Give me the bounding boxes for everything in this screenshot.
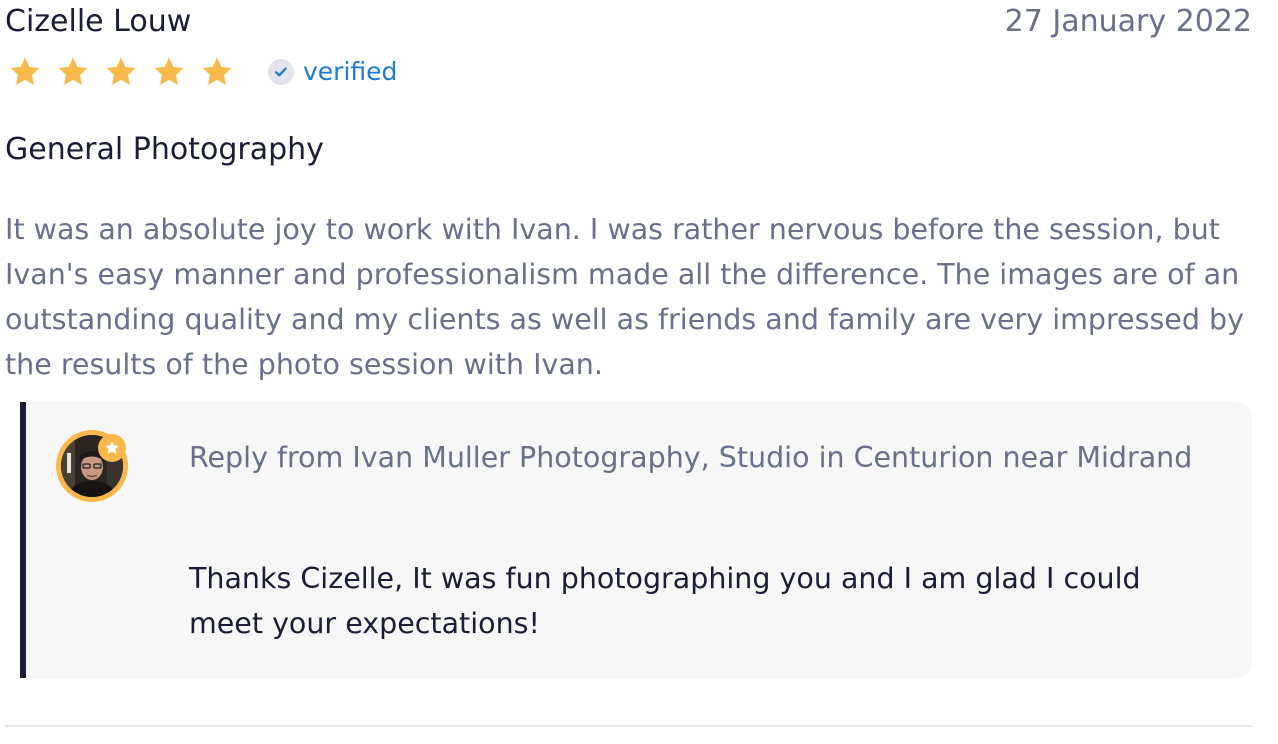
- verified-label: verified: [303, 57, 398, 86]
- review-title: General Photography: [5, 132, 324, 167]
- star-icon: [56, 55, 90, 89]
- reply-from: Reply from Ivan Muller Photography, Stud…: [189, 441, 1193, 474]
- check-icon: [268, 59, 294, 85]
- star-icon: [152, 55, 186, 89]
- star-icon: [200, 55, 234, 89]
- star-rating: [8, 55, 248, 89]
- verified-badge: verified: [268, 57, 397, 87]
- reviewer-name: Cizelle Louw: [5, 4, 192, 39]
- rating-row: verified: [8, 52, 397, 92]
- photographer-avatar: [56, 430, 128, 502]
- owner-reply: Reply from Ivan Muller Photography, Stud…: [20, 402, 1252, 678]
- star-badge-icon: [98, 434, 126, 462]
- divider: [5, 725, 1252, 727]
- review-date: 27 January 2022: [1004, 4, 1252, 39]
- star-icon: [104, 55, 138, 89]
- star-icon: [8, 55, 42, 89]
- review-body: It was an absolute joy to work with Ivan…: [5, 213, 1244, 381]
- reply-text: Thanks Cizelle, It was fun photographing…: [189, 562, 1141, 640]
- review-card: Cizelle Louw 27 January 2022 verified Ge…: [0, 0, 1278, 744]
